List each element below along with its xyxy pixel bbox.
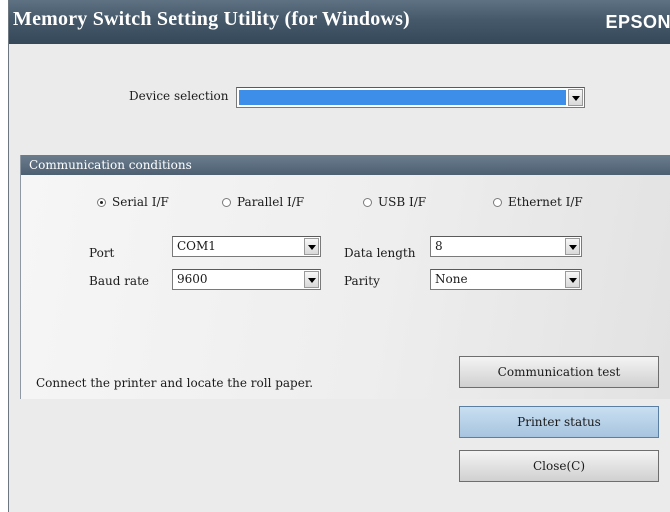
device-selection-label: Device selection <box>129 89 229 103</box>
epson-logo: EPSON <box>605 12 670 32</box>
radio-ethernet-if[interactable]: Ethernet I/F <box>493 195 583 209</box>
baud-rate-label: Baud rate <box>89 274 150 288</box>
close-button[interactable]: Close(C) <box>459 450 659 482</box>
radio-parallel-if[interactable]: Parallel I/F <box>222 195 304 209</box>
chevron-down-icon[interactable] <box>568 89 583 106</box>
parity-dropdown[interactable]: None <box>430 269 582 290</box>
data-length-label: Data length <box>344 246 416 260</box>
printer-status-button[interactable]: Printer status <box>459 406 659 438</box>
radio-serial-if[interactable]: Serial I/F <box>97 195 169 209</box>
chevron-down-icon[interactable] <box>565 271 580 288</box>
port-label: Port <box>89 246 115 260</box>
radio-usb-if[interactable]: USB I/F <box>363 195 426 209</box>
chevron-down-icon[interactable] <box>304 271 319 288</box>
parity-value: None <box>435 272 468 286</box>
device-selection-dropdown[interactable] <box>236 87 585 108</box>
communication-test-button[interactable]: Communication test <box>459 356 659 388</box>
radio-unselected-icon <box>222 198 231 207</box>
baud-rate-value: 9600 <box>177 272 208 286</box>
radio-selected-icon <box>97 198 106 207</box>
radio-parallel-label: Parallel I/F <box>237 195 305 209</box>
data-length-dropdown[interactable]: 8 <box>430 236 582 257</box>
radio-unselected-icon <box>493 198 502 207</box>
radio-usb-label: USB I/F <box>378 195 427 209</box>
chevron-down-icon[interactable] <box>565 238 580 255</box>
parity-label: Parity <box>344 274 380 288</box>
data-length-value: 8 <box>435 239 443 253</box>
title-bar: Memory Switch Setting Utility (for Windo… <box>9 0 670 44</box>
device-selection-highlight <box>239 90 566 105</box>
radio-unselected-icon <box>363 198 372 207</box>
status-message: Connect the printer and locate the roll … <box>36 376 314 390</box>
radio-serial-label: Serial I/F <box>112 195 169 209</box>
baud-rate-dropdown[interactable]: 9600 <box>172 269 321 290</box>
chevron-down-icon[interactable] <box>304 238 319 255</box>
port-value: COM1 <box>177 239 216 253</box>
communication-conditions-header: Communication conditions <box>21 155 670 175</box>
window-title: Memory Switch Setting Utility (for Windo… <box>13 8 410 30</box>
port-dropdown[interactable]: COM1 <box>172 236 321 257</box>
radio-ethernet-label: Ethernet I/F <box>508 195 583 209</box>
